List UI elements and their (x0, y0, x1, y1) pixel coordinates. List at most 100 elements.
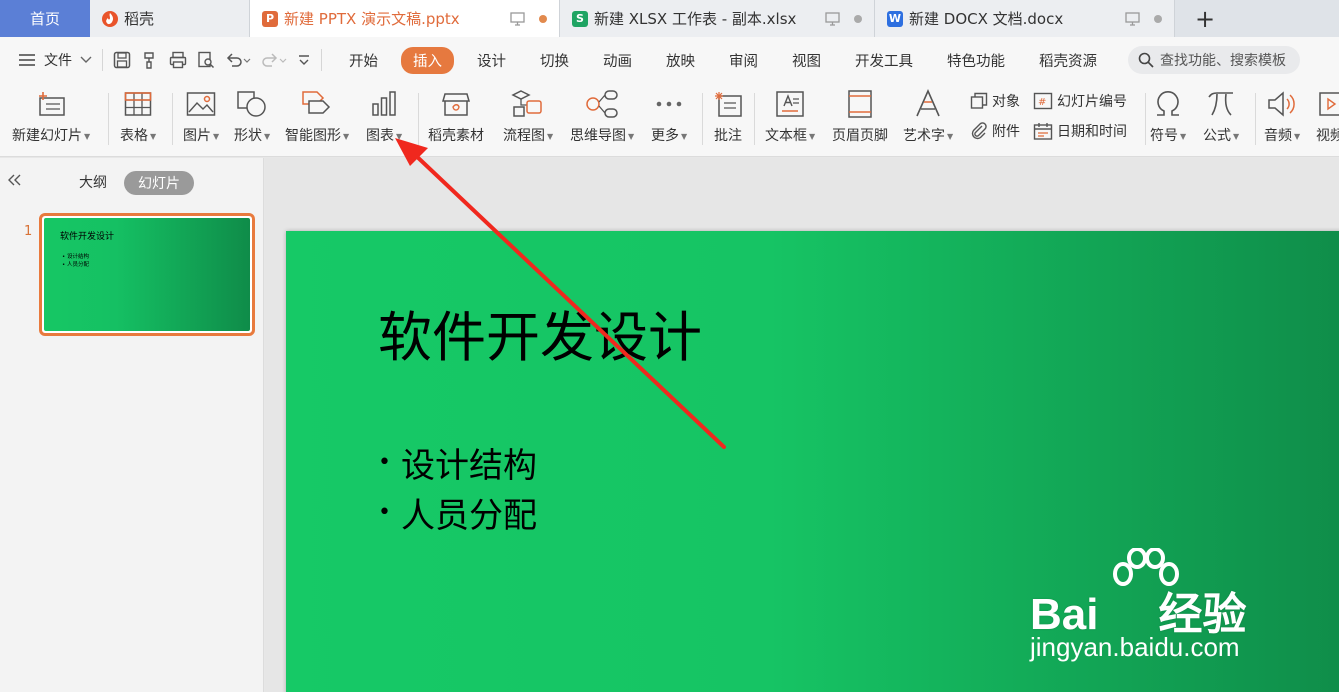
daoke-logo-icon (102, 10, 118, 27)
symbol-button[interactable]: 符号 ▼ (1150, 87, 1186, 153)
dropdown-arrow-icon: ▼ (628, 131, 635, 141)
divider (754, 93, 755, 145)
attachment-button[interactable]: 附件 (970, 121, 1020, 141)
more-button[interactable]: 更多 ▼ (651, 87, 687, 153)
dropdown-arrow-icon: ▼ (213, 131, 220, 141)
file-menu-button[interactable]: 文件 (18, 50, 92, 70)
tab-review[interactable]: 审阅 (729, 50, 758, 71)
document-tab-bar: 首页 稻壳 P 新建 PPTX 演示文稿.pptx S 新建 XLSX 工作表 … (0, 0, 1339, 37)
table-label: 表格 (120, 128, 148, 144)
ribbon-tabs: 开始 插入 设计 切换 动画 放映 审阅 视图 开发工具 特色功能 稻壳资源 (332, 46, 1114, 74)
tab-home[interactable]: 首页 (0, 0, 90, 37)
flowchart-icon (511, 90, 542, 117)
tab-start[interactable]: 开始 (349, 50, 378, 71)
dropdown-arrow-icon: ▼ (1233, 131, 1240, 141)
attachment-label: 附件 (992, 124, 1020, 140)
dropdown-arrow-icon: ▼ (1294, 131, 1301, 141)
table-button[interactable]: 表格 ▼ (120, 87, 156, 153)
flowchart-label: 流程图 (503, 128, 545, 144)
textbox-icon (776, 91, 804, 117)
omega-icon (1157, 91, 1180, 116)
new-slide-icon (39, 92, 65, 116)
mindmap-button[interactable]: 思维导图 ▼ (570, 87, 634, 153)
dropdown-arrow-icon: ▼ (150, 131, 157, 141)
tab-transition[interactable]: 切换 (540, 50, 569, 71)
outline-tab[interactable]: 大纲 (79, 172, 107, 192)
picture-button[interactable]: 图片 ▼ (183, 87, 219, 153)
tab-daoke[interactable]: 稻壳 (90, 0, 250, 37)
slide-number-label: 幻灯片编号 (1057, 94, 1127, 110)
status-dot-icon (854, 14, 862, 23)
redo-icon[interactable] (261, 51, 287, 69)
collapse-panel-icon[interactable] (8, 172, 22, 190)
audio-button[interactable]: 音频 ▼ (1264, 87, 1300, 153)
paperclip-icon (971, 122, 987, 140)
textbox-label: 文本框 (765, 128, 807, 144)
smart-art-button[interactable]: 智能图形 ▼ (285, 87, 349, 153)
chart-button[interactable]: 图表 ▼ (366, 87, 402, 153)
save-icon[interactable] (113, 51, 131, 69)
search-box[interactable]: 查找功能、搜索模板 (1128, 46, 1300, 74)
tab-xlsx-document[interactable]: S 新建 XLSX 工作表 - 副本.xlsx (560, 0, 875, 37)
slide-thumbnail[interactable]: 软件开发设计 • 设计结构 • 人员分配 (39, 213, 255, 336)
video-button[interactable]: 视频 (1316, 87, 1339, 153)
tab-insert[interactable]: 插入 (401, 46, 454, 74)
slide-thumbnail-number: 1 (24, 224, 33, 239)
ppt-file-icon: P (262, 10, 278, 27)
divider (102, 49, 103, 71)
slides-tab[interactable]: 幻灯片 (124, 171, 194, 195)
monitor-icon[interactable] (510, 11, 525, 26)
more-label: 更多 (651, 128, 679, 144)
flowchart-button[interactable]: 流程图 ▼ (503, 87, 553, 153)
formula-button[interactable]: 公式 ▼ (1203, 87, 1239, 153)
tab-pptx-document[interactable]: P 新建 PPTX 演示文稿.pptx (250, 0, 560, 37)
print-icon[interactable] (169, 51, 187, 69)
slide-panel: 大纲 幻灯片 1 软件开发设计 • 设计结构 • 人员分配 (0, 158, 264, 692)
shape-button[interactable]: 形状 ▼ (234, 87, 270, 153)
slide-number-button[interactable]: # 幻灯片编号 (1033, 91, 1127, 111)
tab-special-features[interactable]: 特色功能 (947, 50, 1005, 71)
textbox-button[interactable]: 文本框 ▼ (765, 87, 815, 153)
slide-bullet-text: 设计结构 (400, 446, 537, 486)
tab-animation[interactable]: 动画 (603, 50, 632, 71)
tab-docx-document[interactable]: W 新建 DOCX 文档.docx (875, 0, 1175, 37)
daoke-material-button[interactable]: 稻壳素材 (428, 87, 484, 153)
monitor-icon[interactable] (1125, 11, 1140, 26)
slide-bullet[interactable]: • 人员分配 (378, 488, 537, 537)
audio-label: 音频 (1264, 128, 1292, 144)
date-time-button[interactable]: 日期和时间 (1033, 121, 1127, 141)
shape-icon (237, 91, 266, 117)
daoke-material-label: 稻壳素材 (428, 128, 484, 144)
slide-bullet[interactable]: • 设计结构 (378, 438, 537, 487)
smart-art-label: 智能图形 (285, 128, 341, 144)
tab-developer[interactable]: 开发工具 (855, 50, 913, 71)
wordart-button[interactable]: 艺术字 ▼ (903, 87, 953, 153)
divider (1145, 93, 1146, 145)
comment-button[interactable]: 批注 (713, 87, 743, 153)
comment-label: 批注 (714, 128, 742, 144)
divider (172, 93, 173, 145)
header-footer-icon (848, 90, 872, 118)
monitor-icon[interactable] (825, 11, 840, 26)
print-preview-icon[interactable] (197, 51, 215, 69)
add-tab-button[interactable]: + (1175, 0, 1235, 37)
bullet-dot-icon: • (378, 450, 391, 475)
new-slide-button[interactable]: 新建幻灯片 ▼ (12, 87, 90, 153)
customize-toolbar-icon[interactable] (297, 53, 311, 67)
pi-icon (1208, 92, 1234, 116)
symbol-label: 符号 (1150, 128, 1178, 144)
tab-daoke-resources[interactable]: 稻壳资源 (1039, 50, 1097, 71)
tab-design[interactable]: 设计 (477, 50, 506, 71)
bullet-dot-icon: • (378, 500, 391, 525)
divider (321, 49, 322, 71)
more-dots-icon (656, 101, 682, 107)
object-button[interactable]: 对象 (970, 91, 1020, 111)
format-painter-icon[interactable] (141, 51, 159, 69)
tab-slideshow[interactable]: 放映 (666, 50, 695, 71)
slide-title[interactable]: 软件开发设计 (378, 293, 702, 372)
header-footer-button[interactable]: 页眉页脚 (832, 87, 888, 153)
tab-view[interactable]: 视图 (792, 50, 821, 71)
xls-file-icon: S (572, 10, 588, 27)
undo-icon[interactable] (225, 51, 251, 69)
dropdown-arrow-icon: ▼ (809, 131, 816, 141)
